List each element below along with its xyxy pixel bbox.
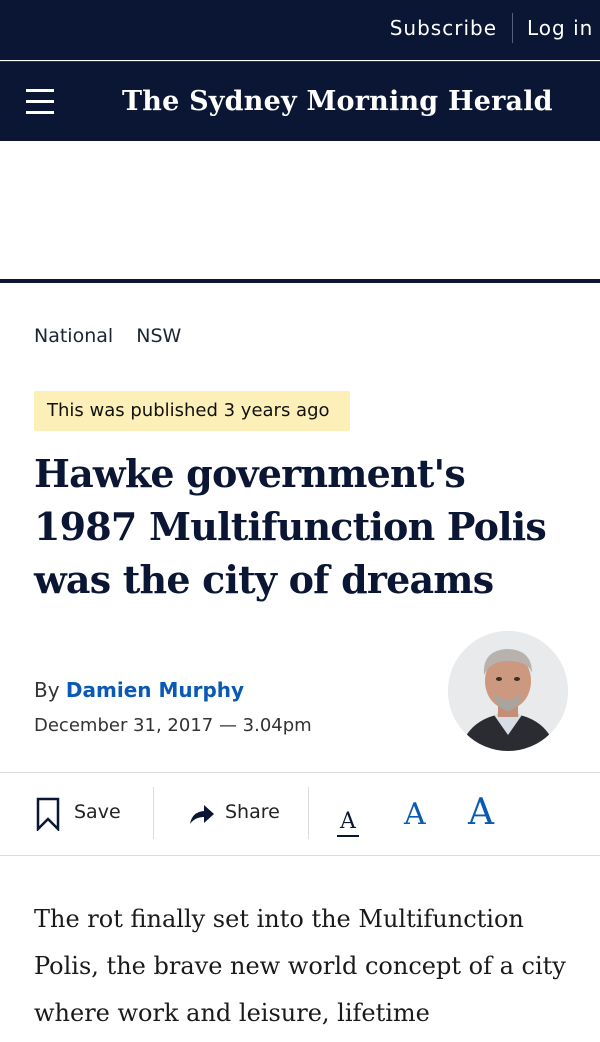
published-age-notice: This was published 3 years ago [34,391,350,431]
top-bar: Subscribe Log in [0,0,600,60]
font-size-small-button[interactable]: A [337,811,359,837]
nav-bar: The Sydney Morning Herald [0,61,600,142]
breadcrumb-nsw[interactable]: NSW [136,325,181,347]
byline: By Damien Murphy [34,678,244,702]
byline-prefix: By [34,678,60,702]
breadcrumb-national[interactable]: National [34,325,113,347]
share-arrow-icon[interactable] [189,804,215,826]
article-headline: Hawke government's 1987 Multifunction Po… [34,451,547,602]
breadcrumb: National NSW [34,325,198,347]
publish-date: December 31, 2017 — 3.04pm [34,715,312,736]
toolbar-divider [308,787,309,839]
masthead-logo[interactable]: The Sydney Morning Herald [122,84,553,120]
save-button[interactable]: Save [74,801,121,823]
author-link[interactable]: Damien Murphy [66,678,244,702]
toolbar-divider [153,787,154,839]
article-body: The rot finally set into the Multifuncti… [34,905,566,1027]
top-bar-divider [512,13,513,43]
author-avatar[interactable] [448,631,568,751]
subscribe-link[interactable]: Subscribe [390,16,497,40]
author-photo-icon [448,631,568,751]
login-link[interactable]: Log in [527,16,593,40]
bookmark-icon[interactable] [36,797,60,831]
article-toolbar: Save Share A A A [0,772,600,856]
share-button[interactable]: Share [225,801,280,823]
font-size-medium-button[interactable]: A [404,800,426,830]
font-size-large-button[interactable]: A [468,795,494,831]
hamburger-menu-icon[interactable] [26,89,54,115]
ad-placeholder [0,141,600,280]
section-rule [0,279,600,283]
